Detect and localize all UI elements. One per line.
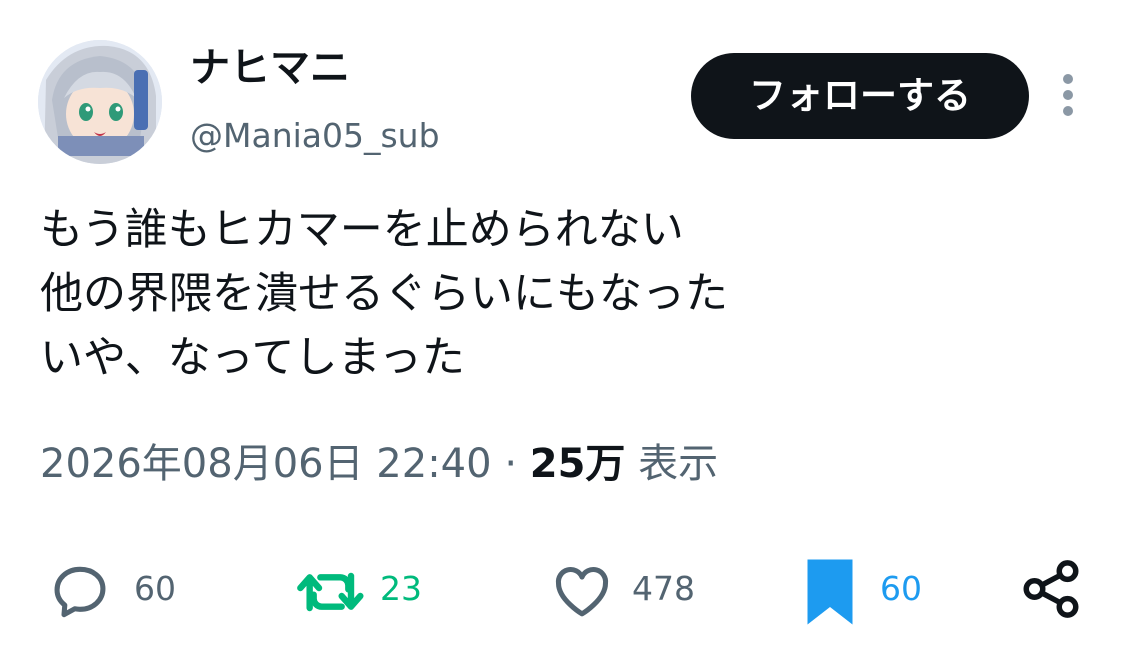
user-handle[interactable]: @Mania05_sub	[190, 116, 440, 156]
more-vertical-icon[interactable]	[1055, 72, 1081, 118]
follow-button[interactable]: フォローする	[691, 53, 1029, 139]
reply-count: 60	[134, 569, 176, 608]
meta-separator: ·	[504, 441, 518, 487]
retweet-count: 23	[380, 569, 422, 608]
tweet-text: もう誰もヒカマーを止められない 他の界隈を潰せるぐらいにもなった いや、なってし…	[40, 198, 1100, 390]
like-icon	[555, 567, 609, 617]
reply-button[interactable]: 60	[48, 552, 188, 632]
tweet-line: もう誰もヒカマーを止められない	[40, 205, 684, 255]
reply-icon	[54, 566, 106, 618]
tweet-line: いや、なってしまった	[40, 333, 465, 383]
tweet-line: 他の界隈を潰せるぐらいにもなった	[40, 269, 728, 319]
retweet-icon	[297, 572, 364, 612]
timestamp[interactable]: 2026年08月06日 22:40	[40, 441, 492, 487]
like-button[interactable]: 478	[550, 552, 710, 632]
action-bar: 60 23 478 60	[0, 552, 1131, 632]
bookmark-icon	[807, 559, 853, 625]
share-button[interactable]	[1018, 552, 1088, 632]
views-label: 表示	[638, 441, 719, 487]
display-name[interactable]: ナヒマニ	[190, 44, 350, 92]
retweet-button[interactable]: 23	[296, 552, 436, 632]
share-icon	[1023, 560, 1079, 618]
avatar[interactable]	[38, 40, 162, 164]
like-count: 478	[632, 569, 695, 608]
bookmark-button[interactable]: 60	[800, 552, 940, 632]
views-count: 25万	[529, 441, 626, 487]
tweet-meta: 2026年08月06日 22:40 · 25万 表示	[40, 438, 718, 490]
avatar-illustration	[38, 40, 162, 164]
bookmark-count: 60	[880, 569, 922, 608]
